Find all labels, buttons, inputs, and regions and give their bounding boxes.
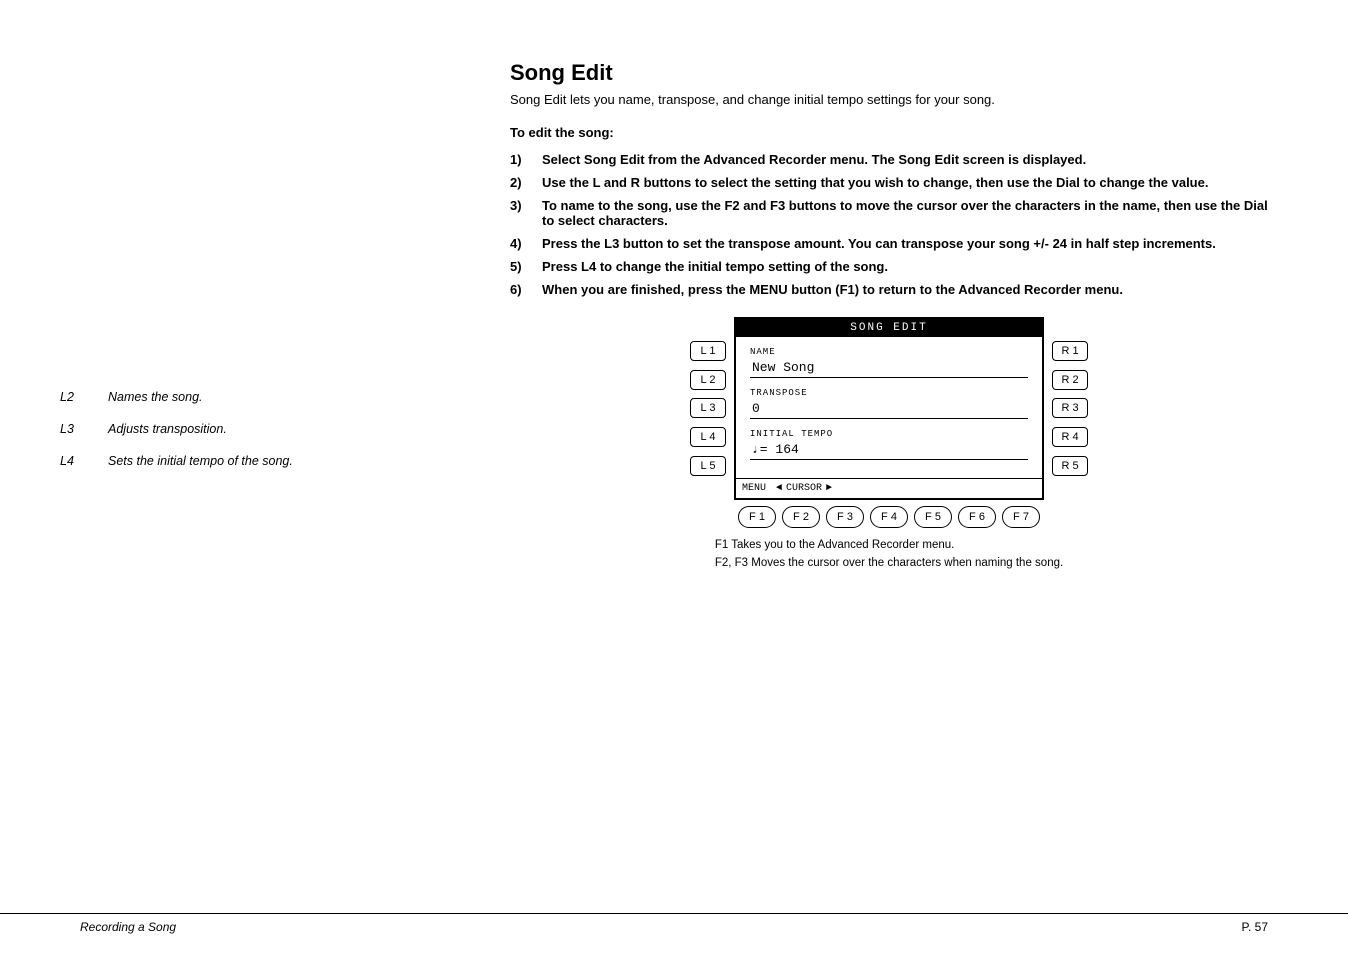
step-5-text: Press L4 to change the initial tempo set… [542, 259, 888, 274]
step-5-num: 5) [510, 259, 534, 274]
step-3: 3) To name to the song, use the F2 and F… [510, 198, 1268, 228]
menu-label: MENU [742, 483, 766, 494]
annotation-l2-desc: Names the song. [108, 390, 203, 404]
step-1: 1) Select Song Edit from the Advanced Re… [510, 152, 1268, 167]
f7-button[interactable]: F 7 [1002, 506, 1040, 528]
sidebar-annotations: L2 Names the song. L3 Adjusts transposit… [60, 390, 380, 486]
l2-button[interactable]: L 2 [690, 370, 726, 390]
step-4: 4) Press the L3 button to set the transp… [510, 236, 1268, 251]
screen-with-buttons: L 1 L 2 L 3 L 4 L 5 SONG EDIT NAME New S… [690, 317, 1088, 500]
f1-button[interactable]: F 1 [738, 506, 776, 528]
lcd-body: NAME New Song TRANSPOSE 0 INITIAL TEMPO … [736, 337, 1042, 478]
step-2-text: Use the L and R buttons to select the se… [542, 175, 1208, 190]
l4-button[interactable]: L 4 [690, 427, 726, 447]
annotation-l2: L2 Names the song. [60, 390, 380, 404]
r1-button[interactable]: R 1 [1052, 341, 1088, 361]
annotation-l3-key: L3 [60, 422, 88, 436]
step-1-text: Select Song Edit from the Advanced Recor… [542, 152, 1086, 167]
page-container: L2 Names the song. L3 Adjusts transposit… [0, 0, 1348, 954]
step-3-text: To name to the song, use the F2 and F3 b… [542, 198, 1268, 228]
footer-left: Recording a Song [80, 920, 176, 934]
footer-right: P. 57 [1242, 920, 1268, 934]
function-buttons: F 1 F 2 F 3 F 4 F 5 F 6 F 7 [738, 506, 1040, 528]
lcd-transpose-value: 0 [750, 399, 1028, 419]
lcd-name-value: New Song [750, 358, 1028, 378]
footnotes: F1 Takes you to the Advanced Recorder me… [715, 536, 1063, 573]
step-3-num: 3) [510, 198, 534, 228]
step-2-num: 2) [510, 175, 534, 190]
step-6: 6) When you are finished, press the MENU… [510, 282, 1268, 297]
f2-button[interactable]: F 2 [782, 506, 820, 528]
annotation-l3: L3 Adjusts transposition. [60, 422, 380, 436]
steps-list: 1) Select Song Edit from the Advanced Re… [510, 152, 1268, 297]
cursor-right-icon: ► [826, 483, 832, 494]
r2-button[interactable]: R 2 [1052, 370, 1088, 390]
step-5: 5) Press L4 to change the initial tempo … [510, 259, 1268, 274]
page-footer: Recording a Song P. 57 [0, 913, 1348, 934]
cursor-left-icon: ◄ [776, 483, 782, 494]
main-content: Song Edit Song Edit lets you name, trans… [510, 60, 1268, 573]
subtitle: Song Edit lets you name, transpose, and … [510, 92, 1268, 107]
diagram-area: L 1 L 2 L 3 L 4 L 5 SONG EDIT NAME New S… [510, 317, 1268, 573]
annotation-l4: L4 Sets the initial tempo of the song. [60, 454, 380, 468]
f4-button[interactable]: F 4 [870, 506, 908, 528]
lcd-tempo-field: INITIAL TEMPO ♩= 164 [750, 429, 1028, 460]
footnote-1: F1 Takes you to the Advanced Recorder me… [715, 536, 1063, 554]
lcd-name-label: NAME [750, 347, 1028, 357]
r5-button[interactable]: R 5 [1052, 456, 1088, 476]
left-buttons-column: L 1 L 2 L 3 L 4 L 5 [690, 317, 734, 500]
l1-button[interactable]: L 1 [690, 341, 726, 361]
r4-button[interactable]: R 4 [1052, 427, 1088, 447]
step-2: 2) Use the L and R buttons to select the… [510, 175, 1268, 190]
r3-button[interactable]: R 3 [1052, 398, 1088, 418]
to-edit-label: To edit the song: [510, 125, 1268, 140]
step-4-num: 4) [510, 236, 534, 251]
annotation-l3-desc: Adjusts transposition. [108, 422, 227, 436]
footnote-2: F2, F3 Moves the cursor over the charact… [715, 554, 1063, 572]
lcd-name-field: NAME New Song [750, 347, 1028, 378]
f6-button[interactable]: F 6 [958, 506, 996, 528]
lcd-bottom-bar: MENU ◄ CURSOR ► [736, 478, 1042, 498]
l5-button[interactable]: L 5 [690, 456, 726, 476]
cursor-text: CURSOR [786, 483, 822, 494]
annotation-l4-key: L4 [60, 454, 88, 468]
annotation-l4-desc: Sets the initial tempo of the song. [108, 454, 293, 468]
lcd-transpose-field: TRANSPOSE 0 [750, 388, 1028, 419]
page-title: Song Edit [510, 60, 1268, 86]
step-4-text: Press the L3 button to set the transpose… [542, 236, 1216, 251]
lcd-tempo-label: INITIAL TEMPO [750, 429, 1028, 439]
step-1-num: 1) [510, 152, 534, 167]
step-6-text: When you are finished, press the MENU bu… [542, 282, 1123, 297]
f3-button[interactable]: F 3 [826, 506, 864, 528]
right-buttons-column: R 1 R 2 R 3 R 4 R 5 [1044, 317, 1088, 500]
lcd-screen: SONG EDIT NAME New Song TRANSPOSE 0 INIT… [734, 317, 1044, 500]
lcd-title-bar: SONG EDIT [736, 319, 1042, 337]
l3-button[interactable]: L 3 [690, 398, 726, 418]
f5-button[interactable]: F 5 [914, 506, 952, 528]
annotation-l2-key: L2 [60, 390, 88, 404]
step-6-num: 6) [510, 282, 534, 297]
lcd-tempo-value: ♩= 164 [750, 440, 1028, 460]
lcd-transpose-label: TRANSPOSE [750, 388, 1028, 398]
